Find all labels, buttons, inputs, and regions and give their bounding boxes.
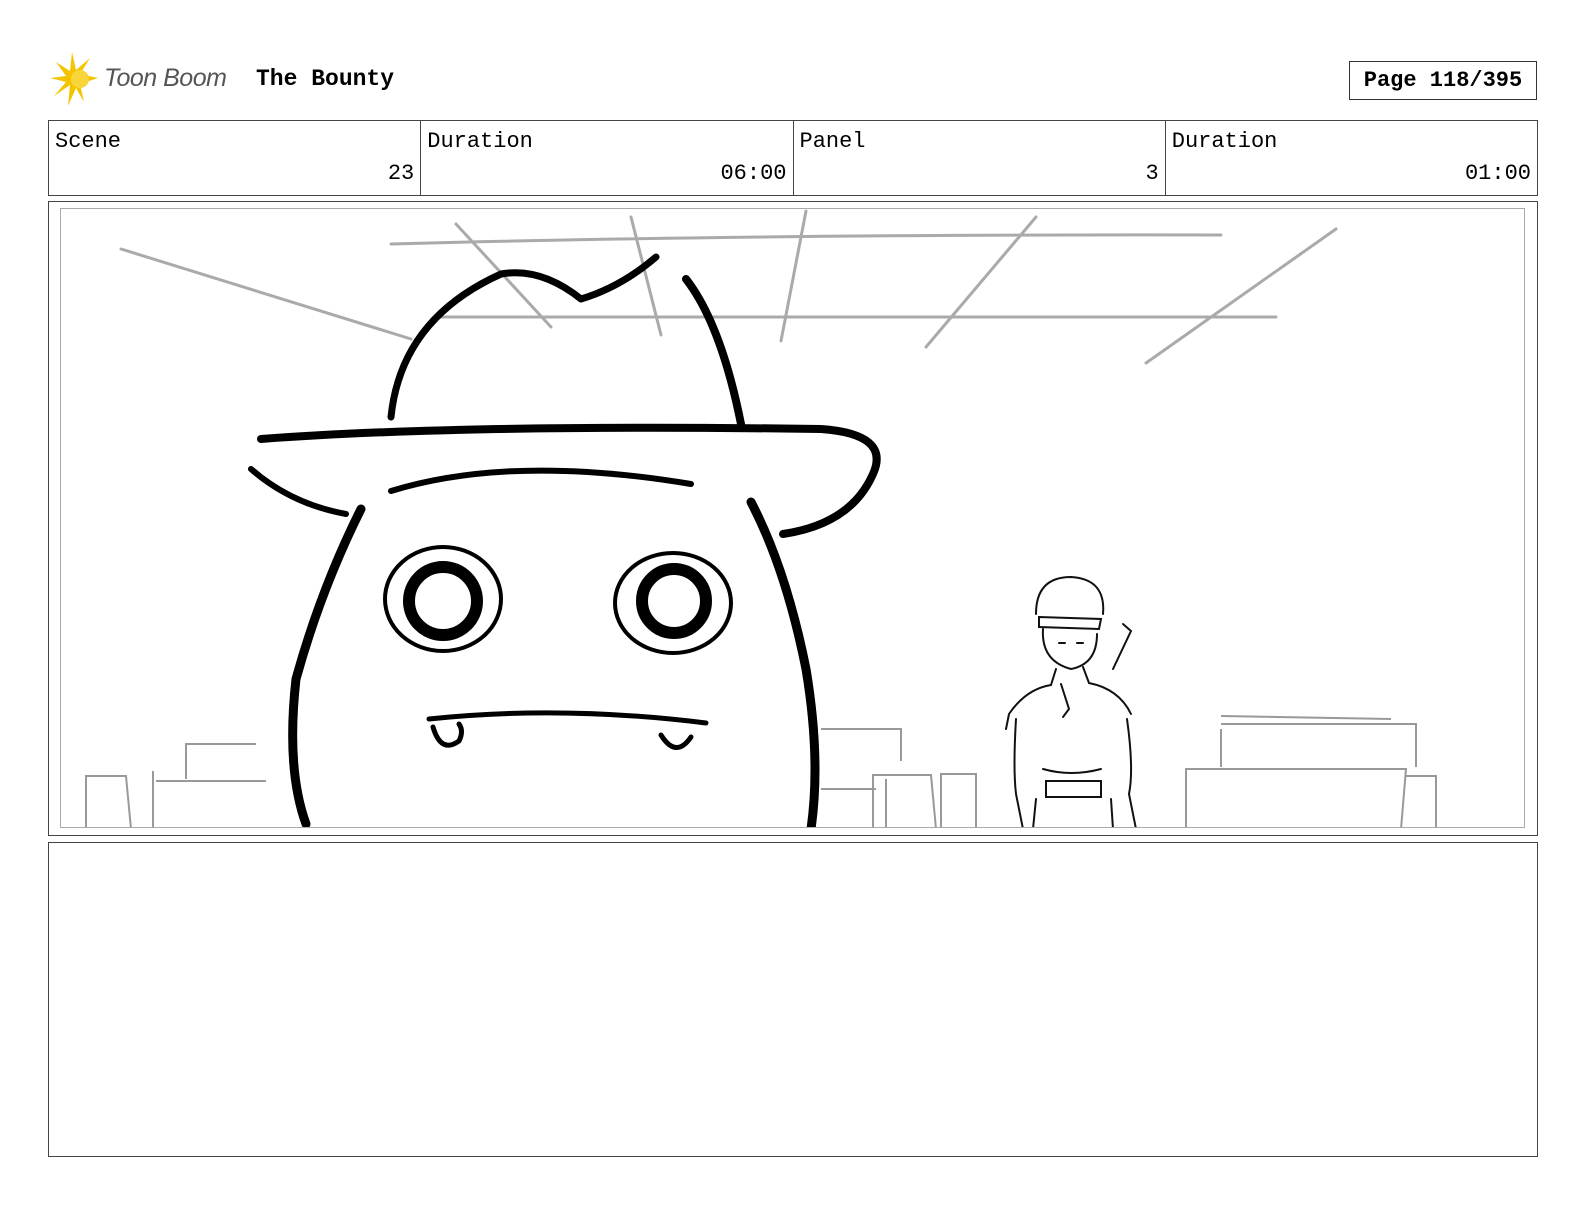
scene-duration-value: 06:00 xyxy=(720,161,787,186)
panel-duration-label: Duration xyxy=(1171,129,1278,154)
creature-character xyxy=(248,253,881,827)
ceiling-lines xyxy=(119,209,1338,365)
scene-duration-cell: Duration 06:00 xyxy=(421,121,794,195)
panel-drawing-area xyxy=(60,208,1525,828)
storyboard-panel xyxy=(48,201,1538,836)
panel-duration-value: 01:00 xyxy=(1464,161,1531,186)
panel-value: 3 xyxy=(1145,161,1159,186)
page-label: Page 118/395 xyxy=(1363,68,1523,93)
page-indicator: Page 118/395 xyxy=(1349,61,1537,100)
scene-duration-label: Duration xyxy=(427,129,533,154)
toon-boom-logo: Toon Boom xyxy=(50,52,240,108)
storyboard-sketch xyxy=(85,209,1437,827)
scene-info-table: Scene 23 Duration 06:00 Panel 3 Duration… xyxy=(48,120,1538,196)
scene-cell: Scene 23 xyxy=(49,121,422,195)
starburst-icon xyxy=(50,52,98,106)
panel-label: Panel xyxy=(799,129,866,154)
logo-text: Toon Boom xyxy=(104,64,227,92)
human-character xyxy=(1005,575,1137,827)
project-title: The Bounty xyxy=(256,66,395,92)
panel-cell: Panel 3 xyxy=(794,121,1166,195)
panel-duration-cell: Duration 01:00 xyxy=(1166,121,1537,195)
scene-value: 23 xyxy=(387,161,415,186)
panel-notes-box xyxy=(48,842,1538,1157)
scene-label: Scene xyxy=(55,129,122,154)
